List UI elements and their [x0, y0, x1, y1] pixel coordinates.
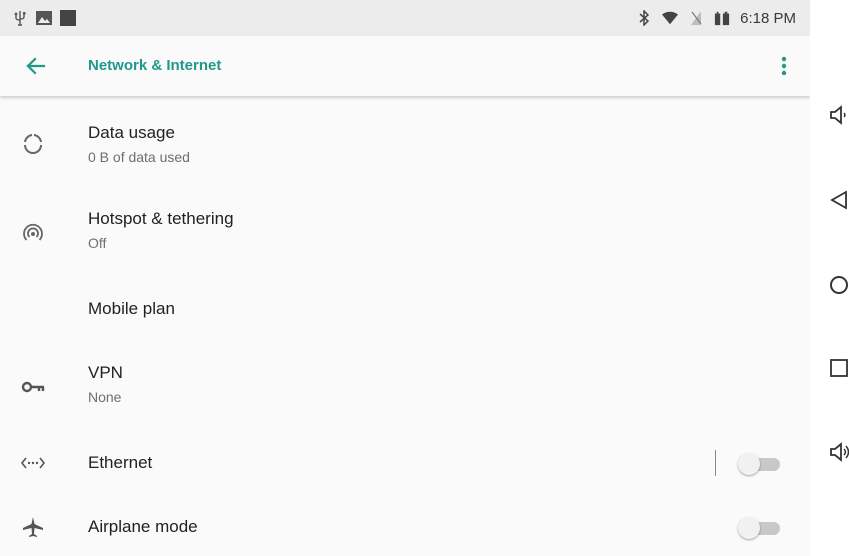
item-label: Airplane mode — [88, 517, 198, 536]
item-summary: None — [88, 389, 122, 405]
item-label: Hotspot & tethering — [88, 209, 234, 228]
more-vert-icon[interactable] — [774, 52, 794, 80]
hotspot-icon — [18, 218, 48, 248]
item-summary: Off — [88, 235, 107, 251]
item-label: Data usage — [88, 123, 175, 142]
arrow-left-icon[interactable] — [22, 52, 50, 80]
settings-screen: 6:18 PM Network & Internet Data usage 0 … — [0, 0, 810, 556]
page-title: Network & Internet — [88, 57, 222, 74]
battery-icon — [714, 10, 730, 26]
airplane-icon — [18, 512, 48, 542]
list-item-ethernet[interactable]: Ethernet — [0, 438, 810, 488]
key-icon — [18, 372, 48, 402]
list-item-vpn[interactable]: VPN None — [0, 350, 810, 420]
back-icon[interactable] — [828, 189, 849, 211]
navigation-bar — [810, 0, 849, 556]
volume-up-icon[interactable] — [828, 441, 849, 463]
item-summary: 0 B of data used — [88, 149, 190, 165]
toggle-thumb — [738, 453, 760, 475]
divider — [715, 450, 716, 476]
airplane-mode-toggle[interactable] — [738, 517, 780, 539]
data-usage-icon — [18, 128, 48, 158]
item-label: Ethernet — [88, 453, 153, 472]
item-label: Mobile plan — [88, 299, 175, 318]
usb-icon — [12, 10, 28, 26]
no-sim-icon — [688, 10, 704, 26]
item-label: VPN — [88, 363, 123, 382]
toggle-thumb — [738, 517, 760, 539]
app-bar: Network & Internet — [0, 36, 810, 96]
list-item-airplane-mode[interactable]: Airplane mode — [0, 502, 810, 552]
ethernet-toggle[interactable] — [738, 453, 780, 475]
app-icon — [60, 10, 76, 26]
bluetooth-icon — [636, 10, 652, 26]
status-time: 6:18 PM — [740, 9, 796, 27]
ethernet-icon — [18, 448, 48, 478]
list-item-mobile-plan[interactable]: Mobile plan — [0, 284, 810, 334]
list-item-hotspot[interactable]: Hotspot & tethering Off — [0, 196, 810, 266]
volume-down-icon[interactable] — [828, 104, 849, 126]
list-item-data-usage[interactable]: Data usage 0 B of data used — [0, 110, 810, 180]
recents-icon[interactable] — [828, 357, 849, 379]
wifi-icon — [662, 10, 679, 26]
home-icon[interactable] — [828, 274, 849, 296]
image-icon — [36, 10, 52, 26]
status-bar: 6:18 PM — [0, 0, 810, 36]
